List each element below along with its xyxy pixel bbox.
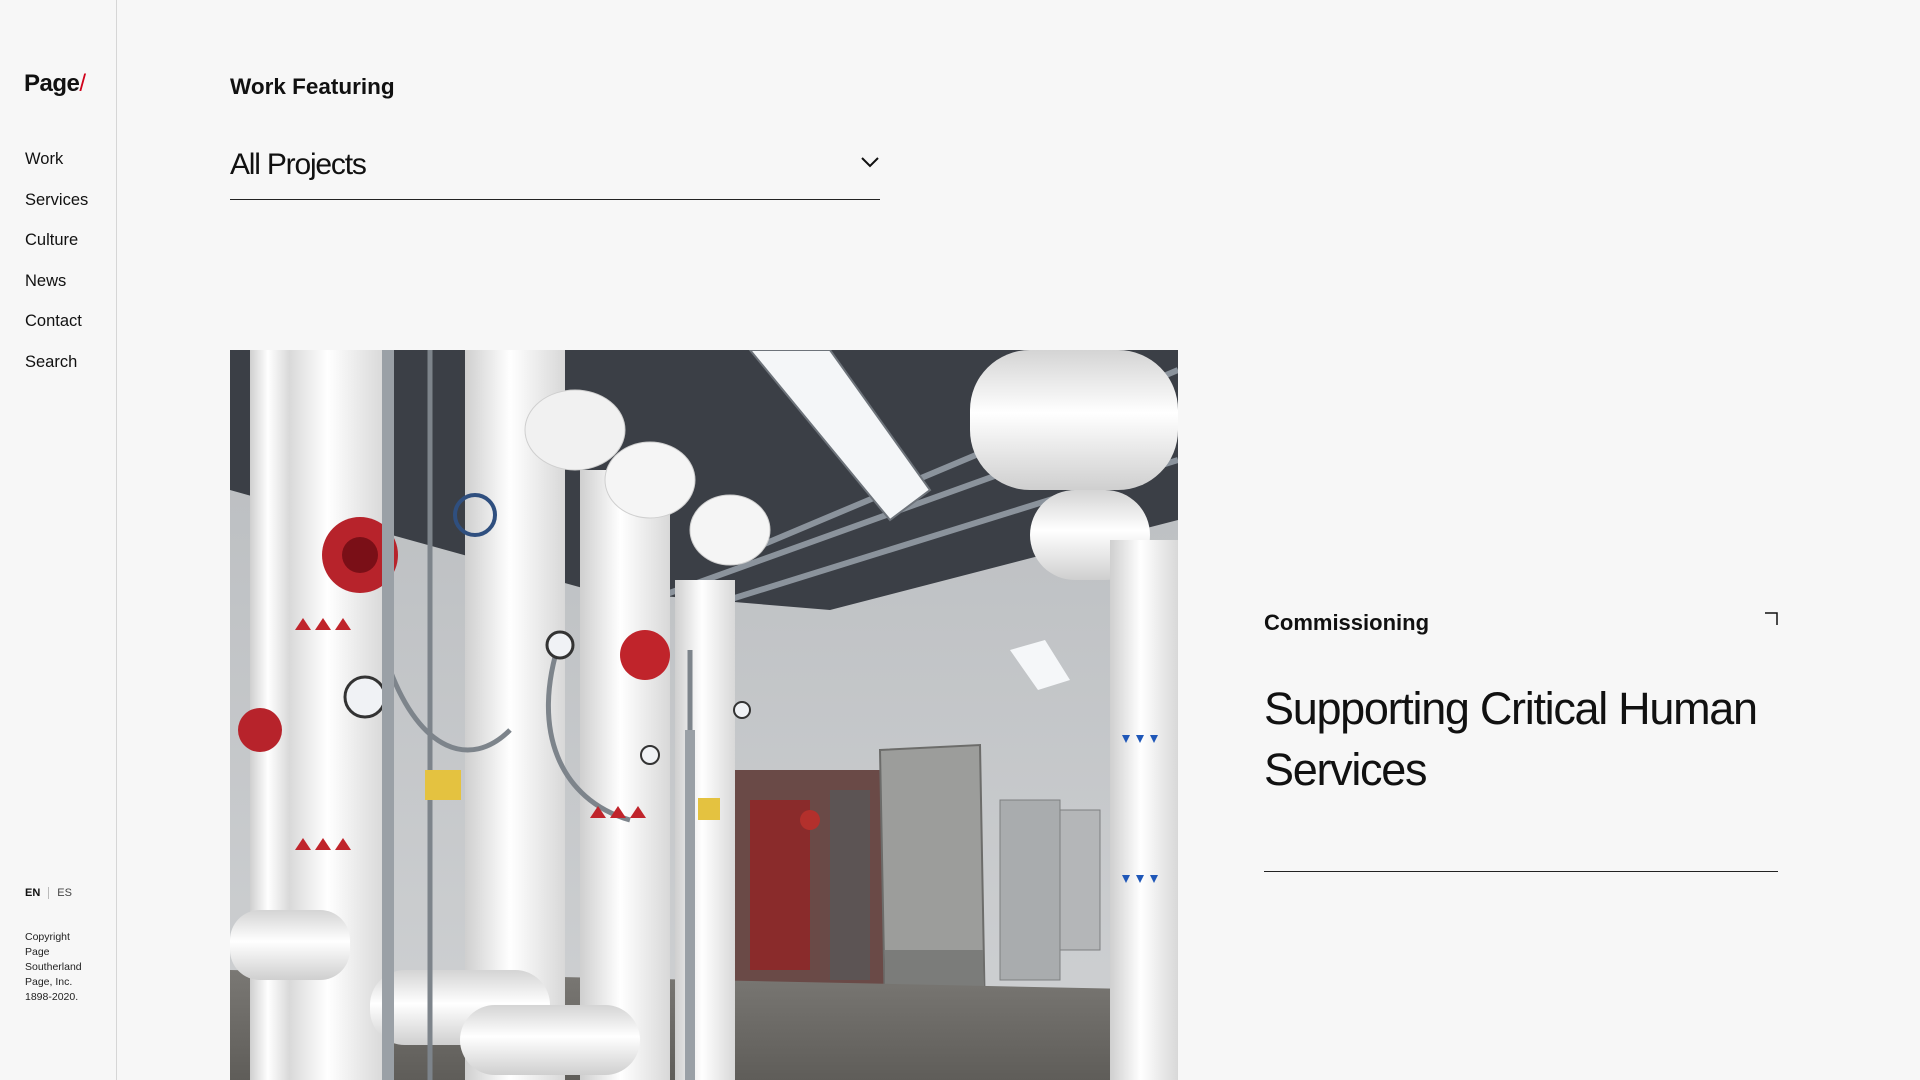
nav-item-search[interactable]: Search — [25, 351, 77, 373]
corner-bracket-icon — [1764, 612, 1778, 631]
filter-title: Work Featuring — [230, 74, 395, 99]
featured-project-image[interactable] — [230, 350, 1178, 1080]
nav-item-culture[interactable]: Culture — [25, 229, 78, 251]
main-nav: Work Services Culture News Contact Searc… — [25, 148, 88, 391]
sidebar: Page/ Work Services Culture News Contact… — [0, 0, 117, 1080]
language-en[interactable]: EN — [25, 887, 40, 899]
nav-item-contact[interactable]: Contact — [25, 310, 82, 332]
nav-item-work[interactable]: Work — [25, 148, 63, 170]
project-category: Commissioning — [1264, 610, 1430, 635]
logo-text: Page — [24, 70, 80, 97]
logo-slash: / — [79, 70, 86, 97]
language-divider — [48, 887, 50, 899]
mechanical-room-photo — [230, 350, 1178, 1080]
language-switcher: EN ES — [25, 887, 72, 899]
logo[interactable]: Page/ — [24, 70, 86, 98]
project-filter-select[interactable]: All Projects — [230, 145, 880, 200]
nav-item-news[interactable]: News — [25, 270, 66, 292]
language-es[interactable]: ES — [57, 887, 72, 899]
chevron-down-icon[interactable] — [860, 155, 880, 174]
nav-item-services[interactable]: Services — [25, 189, 88, 211]
project-filter-value: All Projects — [230, 148, 367, 181]
copyright: Copyright Page Southerland Page, Inc. 18… — [25, 931, 82, 1003]
featured-project-card[interactable]: Commissioning Supporting Critical Human … — [1264, 606, 1778, 872]
project-title[interactable]: Supporting Critical Human Services — [1264, 678, 1778, 800]
